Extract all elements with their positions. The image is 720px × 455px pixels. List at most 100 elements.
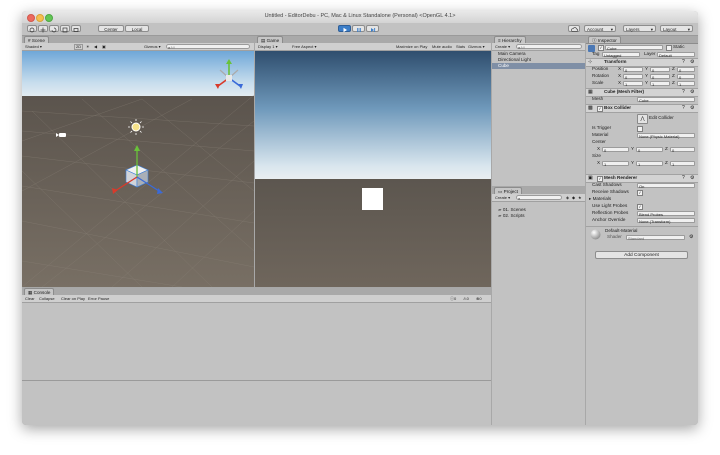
hierarchy-create-dropdown[interactable]: Create ▾ xyxy=(495,44,510,49)
is-trigger-checkbox[interactable] xyxy=(637,126,643,132)
console-error-count[interactable]: ⊗0 xyxy=(476,296,482,301)
add-component-button[interactable]: Add Component xyxy=(595,251,688,259)
aspect-dropdown[interactable]: Free Aspect ▾ xyxy=(292,44,316,49)
stats-toggle[interactable]: Stats xyxy=(456,44,465,49)
shader-value: Standard xyxy=(628,235,645,241)
scale-y-value: 1 xyxy=(652,81,655,87)
tab-hierarchy[interactable]: ≡ Hierarchy xyxy=(494,36,526,43)
layout-dropdown[interactable]: Layout ▾ xyxy=(660,25,693,32)
help-icon[interactable]: ? xyxy=(682,175,685,181)
scale-z-field[interactable]: 1 xyxy=(677,80,695,87)
audio-toggle-icon[interactable]: ◀ xyxy=(94,44,97,49)
collider-material-field[interactable]: None (Physic Material) xyxy=(637,132,695,139)
project-folder-item[interactable]: ▰ 02. Scripts xyxy=(498,213,525,219)
scale-y-field[interactable]: 1 xyxy=(650,80,670,87)
maximize-on-play-toggle[interactable]: Maximize on Play xyxy=(396,44,427,49)
console-collapse-button[interactable]: Collapse xyxy=(39,296,55,301)
console-clear-on-play-button[interactable]: Clear on Play xyxy=(61,296,85,301)
position-x-field[interactable]: 0 xyxy=(623,66,643,73)
layer-dropdown[interactable]: Default xyxy=(657,51,695,58)
rotate-tool-button[interactable] xyxy=(49,25,59,32)
hand-tool-button[interactable] xyxy=(27,25,37,32)
2d-toggle[interactable]: 2D xyxy=(74,44,84,50)
size-z-field[interactable]: 1 xyxy=(670,160,695,167)
rotation-y-field[interactable]: 0 xyxy=(650,73,670,80)
help-icon[interactable]: ? xyxy=(682,105,685,111)
reflection-probes-dropdown[interactable]: Blend Probes xyxy=(637,210,695,217)
console-error-pause-button[interactable]: Error Pause xyxy=(88,296,109,301)
gear-icon[interactable]: ⚙ xyxy=(690,105,694,111)
hierarchy-search-field[interactable]: ⌕All xyxy=(516,44,582,50)
tab-inspector[interactable]: ⓘ Inspector xyxy=(588,36,621,43)
cloud-button[interactable] xyxy=(568,25,580,32)
tab-scene[interactable]: # Scene xyxy=(24,36,49,43)
edit-collider-button[interactable]: ⋀ xyxy=(637,114,648,124)
game-gizmos-dropdown[interactable]: Gizmos ▾ xyxy=(468,44,485,49)
mesh-field[interactable]: Cube xyxy=(637,96,695,103)
shading-mode-dropdown[interactable]: Shaded ▾ xyxy=(25,44,42,49)
help-icon[interactable]: ? xyxy=(682,59,685,65)
lighting-toggle-icon[interactable]: ☀ xyxy=(86,44,90,49)
center-x-field[interactable]: 0 xyxy=(602,146,629,153)
move-tool-button[interactable] xyxy=(38,25,48,32)
pause-button[interactable] xyxy=(352,25,365,32)
gear-icon[interactable]: ⚙ xyxy=(690,59,694,65)
console-clear-button[interactable]: Clear xyxy=(25,296,35,301)
effects-toggle-icon[interactable]: ▣ xyxy=(102,44,106,49)
position-y-field[interactable]: 0 xyxy=(650,66,670,73)
mesh-value: Cube xyxy=(639,97,649,103)
pivot-center-toggle[interactable]: Center xyxy=(98,25,124,32)
console-log-count[interactable]: ⓘ0 xyxy=(450,296,456,301)
project-search-field[interactable]: ⌕ xyxy=(516,195,562,201)
console-warning-count[interactable]: ⚠0 xyxy=(463,296,469,301)
pivot-local-toggle[interactable]: Local xyxy=(125,25,149,32)
game-viewport[interactable] xyxy=(255,51,491,287)
cast-shadows-dropdown[interactable]: On xyxy=(637,182,695,189)
favorite-star-icon[interactable]: ★ xyxy=(578,195,582,200)
search-by-type-icon[interactable]: ◈ xyxy=(566,195,569,200)
rect-tool-button[interactable] xyxy=(71,25,81,32)
size-y-field[interactable]: 1 xyxy=(636,160,663,167)
gear-icon[interactable]: ⚙ xyxy=(690,89,694,95)
scale-x-field[interactable]: 1 xyxy=(623,80,643,87)
scale-tool-button[interactable] xyxy=(60,25,70,32)
y-axis-label: Y xyxy=(645,66,649,71)
gear-icon[interactable]: ⚙ xyxy=(689,234,693,240)
position-z-field[interactable]: 0 xyxy=(677,66,695,73)
gear-icon[interactable]: ⚙ xyxy=(690,175,694,181)
static-checkbox[interactable] xyxy=(666,45,672,51)
play-button[interactable] xyxy=(338,25,351,32)
project-create-dropdown[interactable]: Create ▾ xyxy=(495,195,510,200)
box-collider-enabled-checkbox[interactable]: ✓ xyxy=(597,106,603,112)
scene-search-field[interactable]: ⌕All xyxy=(166,44,250,50)
size-x-field[interactable]: 1 xyxy=(602,160,629,167)
tab-game[interactable]: ▤ Game xyxy=(257,36,284,43)
display-dropdown[interactable]: Display 1 ▾ xyxy=(258,44,278,49)
center-z-field[interactable]: 0 xyxy=(670,146,695,153)
step-button[interactable] xyxy=(366,25,379,32)
receive-shadows-checkbox[interactable]: ✓ xyxy=(637,190,643,196)
rotation-z-field[interactable]: 0 xyxy=(677,73,695,80)
materials-foldout[interactable]: ▸ Materials xyxy=(589,196,611,202)
help-icon[interactable]: ? xyxy=(682,89,685,95)
box-collider-header[interactable]: ▩ ✓ Box Collider ? ⚙ xyxy=(586,104,698,113)
tab-project[interactable]: ▭ Project xyxy=(494,187,522,194)
2d-toggle-label: 2D xyxy=(76,44,82,49)
tab-console[interactable]: ▦ Console xyxy=(24,288,55,295)
center-y-field[interactable]: 0 xyxy=(636,146,663,153)
layers-dropdown[interactable]: Layers ▾ xyxy=(623,25,656,32)
hierarchy-item[interactable]: Cube xyxy=(498,63,509,69)
rotation-x-field[interactable]: 0 xyxy=(623,73,643,80)
account-dropdown[interactable]: Account ▾ xyxy=(584,25,616,32)
scene-gizmos-dropdown[interactable]: Gizmos ▾ xyxy=(144,44,161,49)
shader-dropdown[interactable]: Standard xyxy=(626,234,685,241)
search-by-label-icon[interactable]: ◆ xyxy=(572,195,575,200)
use-light-probes-checkbox[interactable]: ✓ xyxy=(637,204,643,210)
scene-viewport[interactable] xyxy=(22,51,254,287)
mute-audio-toggle[interactable]: Mute audio xyxy=(432,44,452,49)
object-name-field[interactable]: Cube xyxy=(605,44,663,51)
transform-icon: ⊹ xyxy=(588,59,593,65)
project-folder-label: 01. Scenes xyxy=(502,207,526,212)
anchor-override-field[interactable]: None (Transform) xyxy=(637,217,695,224)
tag-dropdown[interactable]: Untagged xyxy=(602,51,640,58)
